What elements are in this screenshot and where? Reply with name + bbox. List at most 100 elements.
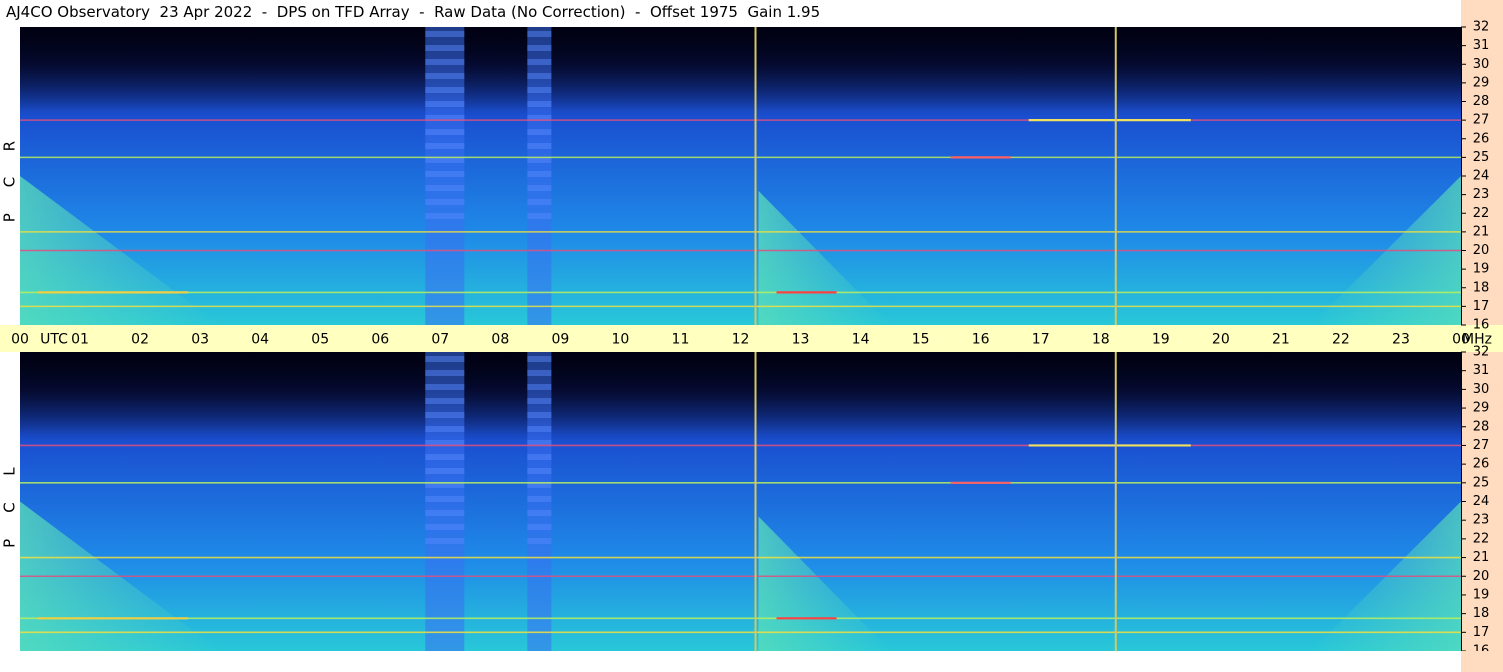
burst-stripe bbox=[425, 370, 465, 376]
frequency-tick-label: 21 bbox=[1473, 550, 1490, 565]
burst-stripe bbox=[527, 87, 552, 93]
spectrogram-chart: R C P L C P 00 01 02 03 04 05 06 07 08 09 10 11 12 13 14 15 1… bbox=[0, 0, 1503, 672]
burst-stripe bbox=[425, 468, 465, 474]
burst-stripe bbox=[527, 73, 552, 79]
polarization-label: L bbox=[1, 467, 19, 476]
time-tick-label: 12 bbox=[732, 332, 750, 348]
burst-stripe bbox=[527, 185, 552, 191]
polarization-label: R bbox=[1, 141, 19, 151]
frequency-tick-label: 26 bbox=[1473, 131, 1490, 146]
frequency-axis-band bbox=[1461, 651, 1503, 672]
polarization-label: C bbox=[1, 502, 19, 512]
time-tick-label: 00 bbox=[11, 332, 29, 348]
frequency-tick-label: 22 bbox=[1473, 206, 1490, 221]
frequency-tick-label: 29 bbox=[1473, 401, 1490, 416]
frequency-tick-label: 25 bbox=[1473, 475, 1490, 490]
frequency-tick-label: 23 bbox=[1473, 187, 1490, 202]
burst-stripe bbox=[425, 87, 465, 93]
burst-stripe bbox=[527, 171, 552, 177]
burst-stripe bbox=[425, 45, 465, 51]
burst-stripe bbox=[425, 454, 465, 460]
time-tick-label: 15 bbox=[912, 332, 930, 348]
frequency-tick-label: 32 bbox=[1473, 345, 1490, 360]
frequency-tick-label: 19 bbox=[1473, 587, 1490, 602]
time-tick-label: 14 bbox=[852, 332, 870, 348]
frequency-tick-label: 32 bbox=[1473, 20, 1490, 35]
frequency-tick-label: 19 bbox=[1473, 262, 1490, 277]
burst-stripe bbox=[425, 143, 465, 149]
time-tick-label: 18 bbox=[1092, 332, 1110, 348]
burst-stripe bbox=[425, 199, 465, 205]
burst-stripe bbox=[527, 426, 552, 432]
time-tick-label: 23 bbox=[1392, 332, 1410, 348]
time-unit-label: UTC bbox=[40, 332, 68, 348]
frequency-tick-label: 22 bbox=[1473, 531, 1490, 546]
frequency-tick-label: 27 bbox=[1473, 438, 1490, 453]
burst-stripe bbox=[527, 101, 552, 107]
time-tick-label: 06 bbox=[371, 332, 389, 348]
burst-stripe bbox=[425, 59, 465, 65]
time-tick-label: 17 bbox=[1032, 332, 1050, 348]
frequency-axis-bottom: 1617181920212223242526272829303132 bbox=[1461, 345, 1503, 659]
frequency-tick-label: 27 bbox=[1473, 113, 1490, 128]
frequency-axis-top: 16 17 18 19 20 21 22 23 24 25 26 27 28 29 30 31 32 bbox=[1461, 0, 1503, 333]
frequency-tick-label: 18 bbox=[1473, 606, 1490, 621]
frequency-tick-label: 29 bbox=[1473, 75, 1490, 90]
burst-stripe bbox=[527, 398, 552, 404]
burst-stripe bbox=[527, 370, 552, 376]
time-tick-label: 19 bbox=[1152, 332, 1170, 348]
night-region bbox=[20, 27, 1461, 111]
burst-stripe bbox=[425, 426, 465, 432]
burst-stripe bbox=[425, 171, 465, 177]
frequency-tick-label: 24 bbox=[1473, 494, 1490, 509]
burst-stripe bbox=[527, 143, 552, 149]
time-tick-label: 03 bbox=[191, 332, 209, 348]
frequency-tick-label: 18 bbox=[1473, 280, 1490, 295]
time-tick-label: 20 bbox=[1212, 332, 1230, 348]
time-tick-label: 05 bbox=[311, 332, 329, 348]
burst-stripe bbox=[527, 496, 552, 502]
burst-stripe bbox=[527, 199, 552, 205]
time-tick-label: 21 bbox=[1272, 332, 1290, 348]
burst-stripe bbox=[527, 59, 552, 65]
polarization-label: P bbox=[1, 213, 19, 222]
frequency-tick-label: 25 bbox=[1473, 150, 1490, 165]
burst-stripe bbox=[527, 213, 552, 219]
burst-stripe bbox=[425, 31, 465, 37]
time-tick-label: 13 bbox=[792, 332, 810, 348]
burst-stripe bbox=[425, 538, 465, 544]
frequency-tick-label: 30 bbox=[1473, 382, 1490, 397]
frequency-tick-label: 21 bbox=[1473, 224, 1490, 239]
frequency-tick-label: 17 bbox=[1473, 299, 1490, 314]
polarization-label: P bbox=[1, 539, 19, 548]
burst-stripe bbox=[527, 356, 552, 362]
burst-stripe bbox=[425, 524, 465, 530]
burst-stripe bbox=[425, 129, 465, 135]
burst-stripe bbox=[527, 454, 552, 460]
frequency-tick-label: 17 bbox=[1473, 625, 1490, 640]
burst-stripe bbox=[527, 129, 552, 135]
spectrogram-panel-top: R C P bbox=[1, 27, 1461, 325]
burst-stripe bbox=[527, 468, 552, 474]
burst-stripe bbox=[425, 412, 465, 418]
burst-stripe bbox=[527, 384, 552, 390]
burst-stripe bbox=[425, 185, 465, 191]
frequency-tick-label: 23 bbox=[1473, 513, 1490, 528]
frequency-tick-label: 28 bbox=[1473, 419, 1490, 434]
burst-stripe bbox=[527, 45, 552, 51]
frequency-tick-label: 31 bbox=[1473, 38, 1490, 53]
time-tick-label: 16 bbox=[972, 332, 990, 348]
burst-stripe bbox=[425, 101, 465, 107]
burst-stripe bbox=[425, 496, 465, 502]
frequency-tick-label: 31 bbox=[1473, 363, 1490, 378]
time-tick-label: 07 bbox=[431, 332, 449, 348]
polarization-label: C bbox=[1, 177, 19, 187]
spectrogram-panel-bottom: L C P bbox=[1, 352, 1461, 651]
time-tick-label: 04 bbox=[251, 332, 269, 348]
frequency-tick-label: 30 bbox=[1473, 57, 1490, 72]
burst-stripe bbox=[527, 31, 552, 37]
burst-stripe bbox=[527, 412, 552, 418]
burst-stripe bbox=[425, 384, 465, 390]
frequency-tick-label: 28 bbox=[1473, 94, 1490, 109]
burst-stripe bbox=[425, 213, 465, 219]
